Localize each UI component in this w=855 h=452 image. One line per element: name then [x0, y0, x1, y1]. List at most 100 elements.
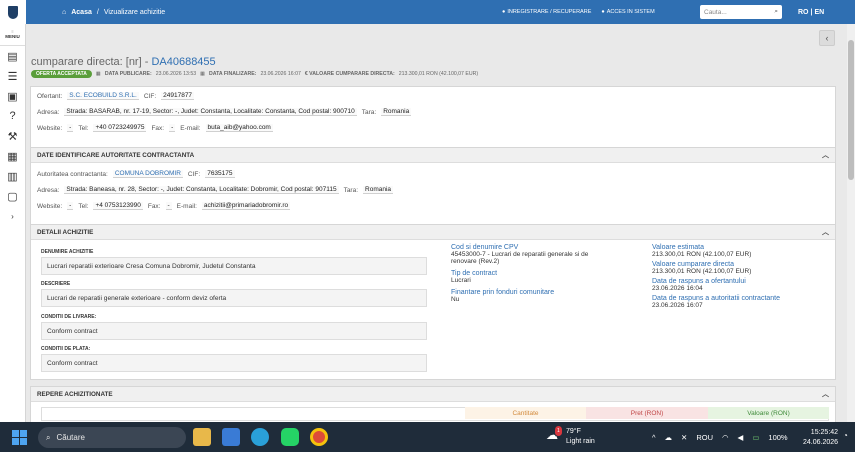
offerer-country: Romania [381, 108, 412, 116]
battery-percent: 100% [768, 432, 788, 442]
notification-bell-icon[interactable]: ◔ [843, 431, 848, 440]
chevron-right-icon[interactable]: › [0, 206, 25, 226]
language-switch: RO | EN [798, 0, 824, 24]
top-navbar: ⌂ Acasa / Vizualizare achizitie ● INREGIS… [0, 0, 855, 24]
sidebar: ≡ MENIU ▤ ☰ ▣ ? ⚒ ▦ ▥ ▢ › [0, 24, 26, 422]
weather-badge: 1 [555, 426, 562, 436]
email-label: E-mail: [176, 202, 197, 210]
edge-icon[interactable] [251, 428, 269, 446]
offerer-name-link[interactable]: S.C. ECOBUILD S.R.L. [67, 92, 139, 100]
tools-icon[interactable]: ⚒ [0, 126, 25, 146]
buy-value: 213.300,01 RON (42.100,07 EUR) [652, 268, 752, 275]
desc-label: DESCRIERE [41, 281, 71, 287]
tray-chevron-icon[interactable]: ^ [652, 433, 656, 442]
country-label: Tara: [343, 186, 359, 194]
chat-icon[interactable]: ▢ [0, 186, 25, 206]
cloud-icon[interactable]: ☁ [665, 433, 673, 442]
report-icon[interactable]: ▦ [0, 146, 25, 166]
user-icon: ● [502, 9, 506, 15]
authority-panel-header[interactable]: DATE IDENTIFICARE AUTORITATE CONTRACTANT… [31, 148, 835, 163]
status-badge: OFERTA ACCEPTATA [31, 70, 92, 78]
cpv-value-line2: renovare (Rev.2) [451, 258, 500, 265]
authority-address: Strada: Baneasa, nr. 28, Sector: -, Jude… [64, 186, 339, 194]
offerer-tel: +40 0723249975 [93, 124, 147, 132]
collapse-button[interactable]: ‹ [819, 30, 835, 46]
input-language[interactable]: ROU [696, 433, 713, 442]
search-input[interactable]: Cauta... ⌕ [700, 5, 782, 19]
authority-heading: DATE IDENTIFICARE AUTORITATE CONTRACTANT… [37, 151, 195, 159]
wifi-icon[interactable]: ◠ [722, 433, 729, 442]
authority-cif: 7635175 [205, 170, 235, 178]
offerer-email: buta_aib@yahoo.com [205, 124, 273, 132]
login-link[interactable]: ● ACCES IN SISTEM [601, 9, 654, 15]
scrollbar-thumb[interactable] [848, 40, 854, 180]
lang-en[interactable]: EN [814, 9, 824, 16]
main-content: ‹ cumparare directa: [nr] - DA40688455 O… [26, 24, 844, 422]
details-panel: DETALII ACHIZITIE ︿ DENUMIRE ACHIZITIE L… [30, 224, 836, 380]
chrome-icon[interactable] [310, 428, 328, 446]
document-icon[interactable]: ▤ [0, 46, 25, 66]
battery-icon[interactable]: ▭ [752, 433, 759, 442]
col-value-header: Valoare (RON) [708, 407, 829, 419]
name-label: DENUMIRE ACHIZITIE [41, 249, 94, 255]
store-icon[interactable] [222, 428, 240, 446]
file-explorer-icon[interactable] [193, 428, 211, 446]
mute-icon[interactable]: ✕ [681, 433, 687, 442]
details-panel-header[interactable]: DETALII ACHIZITIE ︿ [31, 225, 835, 240]
chevron-up-icon[interactable]: ︿ [822, 150, 829, 160]
eu-funds-label: Finantare prin fonduri comunitare [451, 289, 555, 296]
eu-funds-value: Nu [451, 296, 460, 303]
col-price-header: Pret (RON) [586, 407, 708, 419]
breadcrumb-home[interactable]: Acasa [71, 9, 92, 16]
authority-tel: +4 0753123990 [93, 202, 143, 210]
payment-box: Conform contract [41, 354, 427, 372]
shield-logo-icon [8, 5, 18, 19]
offerer-website: - [67, 124, 74, 132]
calendar-icon: ▦ [200, 71, 205, 77]
offer-reply-value: 23.06.2026 16:04 [652, 285, 703, 292]
authority-name-link[interactable]: COMUNA DOBROMIR [112, 170, 183, 178]
home-icon[interactable]: ⌂ [62, 9, 66, 16]
est-value: 213.300,01 RON (42.100,07 EUR) [652, 251, 752, 258]
windows-taskbar: ⌕ Căutare ☁ 1 79°F Light rain ^ ☁ ✕ ROU … [0, 422, 855, 452]
col-qty-header: Cantitate [465, 407, 586, 419]
clock-time: 15:25:42 [810, 429, 839, 436]
clock[interactable]: 15:25:42 24.06.2026 [803, 428, 838, 448]
payment-value: Conform contract [47, 359, 98, 367]
auth-reply-label: Data de raspuns a autoritatii contractan… [652, 295, 781, 302]
cif-label: CIF: [187, 170, 201, 178]
cif-label: CIF: [143, 92, 157, 100]
breadcrumb-current: Vizualizare achizitie [103, 8, 166, 16]
table-icon[interactable]: ▥ [0, 166, 25, 186]
country-label: Tara: [361, 108, 377, 116]
weather-widget[interactable]: ☁ 1 79°F Light rain [546, 426, 595, 447]
system-tray: ^ ☁ ✕ ROU ◠ ◀ ▭ 100% [652, 422, 788, 452]
windows-start-icon[interactable] [12, 430, 27, 445]
register-link[interactable]: ● INREGISTRARE / RECUPERARE [502, 9, 591, 15]
site-logo[interactable] [0, 0, 26, 24]
chevron-up-icon[interactable]: ︿ [822, 389, 829, 399]
authority-website: - [67, 202, 74, 210]
est-value-label: Valoare estimata [652, 244, 705, 251]
search-icon[interactable]: ⌕ [774, 8, 778, 16]
fax-label: Fax: [147, 202, 161, 210]
help-icon[interactable]: ? [0, 106, 25, 126]
chevron-up-icon[interactable]: ︿ [822, 227, 829, 237]
taskbar-search-label: Căutare [56, 433, 85, 442]
website-label: Website: [37, 202, 63, 210]
whatsapp-icon[interactable] [281, 428, 299, 446]
tel-label: Tel: [78, 124, 89, 132]
delivery-value: Conform contract [47, 327, 98, 335]
taskbar-search[interactable]: ⌕ Căutare [38, 427, 186, 448]
menu-button[interactable]: ≡ MENIU [0, 24, 25, 46]
file-check-icon[interactable]: ▣ [0, 86, 25, 106]
lang-ro[interactable]: RO [798, 9, 809, 16]
items-panel-header[interactable]: REPERE ACHIZITIONATE ︿ [31, 387, 835, 402]
meta-row: OFERTA ACCEPTATA ▦ DATA PUBLICARE: 23.06… [31, 70, 478, 78]
final-value: 23.06.2026 16:07 [260, 71, 301, 77]
offer-reply-label: Data de raspuns a ofertantului [652, 278, 746, 285]
speaker-icon[interactable]: ◀ [738, 433, 744, 442]
register-label: INREGISTRARE / RECUPERARE [507, 9, 592, 15]
clock-date: 24.06.2026 [803, 439, 839, 446]
list-icon[interactable]: ☰ [0, 66, 25, 86]
